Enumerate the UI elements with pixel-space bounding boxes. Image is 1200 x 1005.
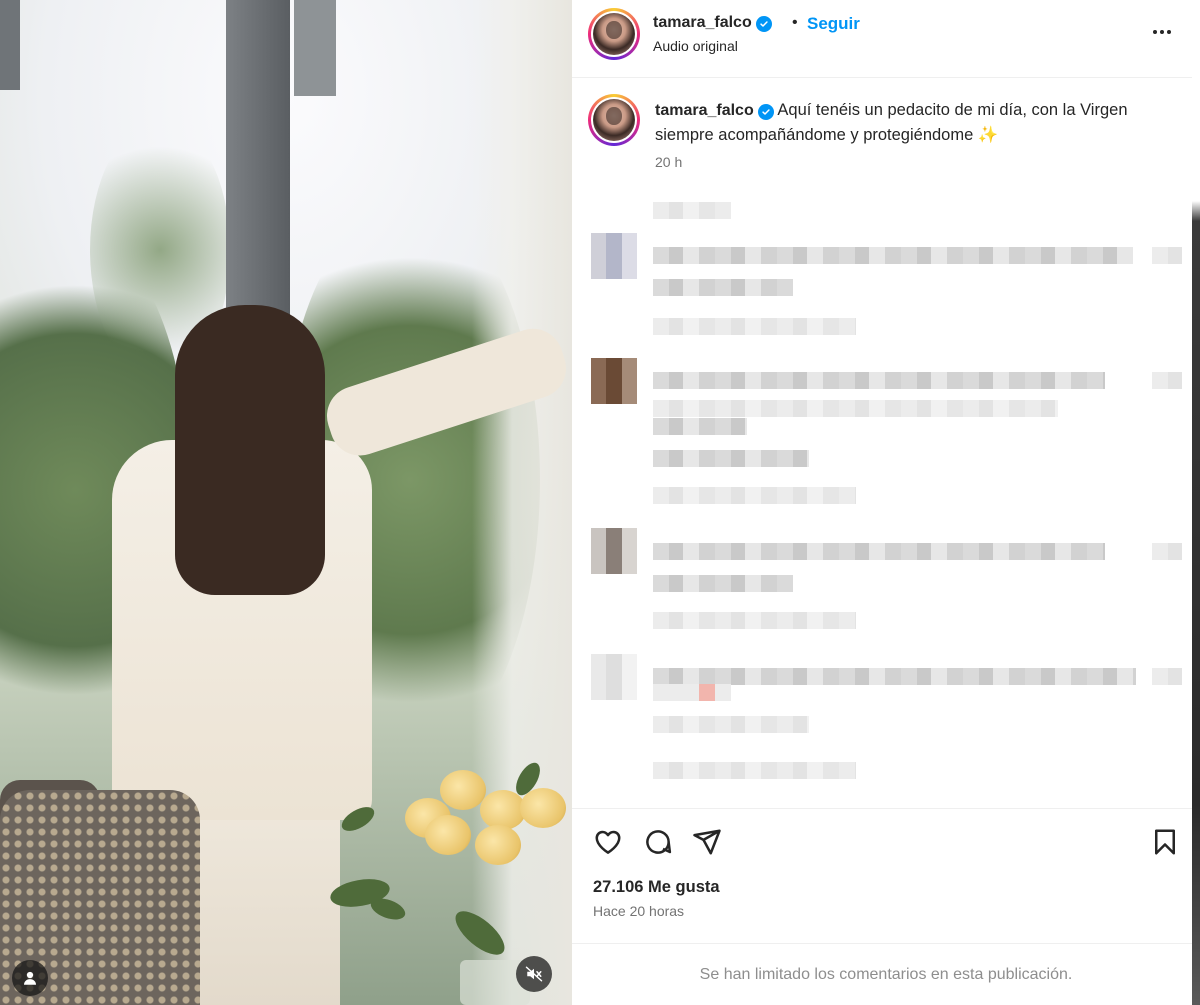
send-icon (693, 829, 721, 855)
comment-avatar-redacted (591, 654, 637, 700)
more-options-button[interactable] (1147, 20, 1177, 44)
comment-text-redacted (653, 684, 731, 701)
comment-avatar-redacted (591, 233, 637, 279)
heart-icon (595, 830, 621, 854)
comment-like-redacted (1152, 543, 1182, 560)
comment-like-redacted (1152, 668, 1182, 685)
comment-replies-redacted (653, 318, 856, 335)
author-avatar[interactable] (588, 8, 640, 60)
comments-limited-notice: Se han limitado los comentarios en esta … (572, 943, 1200, 1005)
comment-meta-redacted (653, 279, 793, 296)
comment-like-redacted (1152, 372, 1182, 389)
likes-count[interactable]: 27.106 Me gusta (593, 878, 720, 897)
comment-text-redacted (653, 400, 1058, 417)
leaf (337, 802, 379, 836)
share-button[interactable] (690, 825, 724, 859)
comment-meta-redacted (653, 716, 809, 733)
mute-button[interactable] (516, 956, 552, 992)
comment-text-redacted (653, 418, 747, 435)
follow-button[interactable]: Seguir (807, 14, 860, 34)
verified-badge-icon (757, 104, 774, 120)
more-options-dot (1160, 30, 1164, 34)
comment-button[interactable] (641, 825, 675, 859)
comment-meta-redacted (653, 450, 809, 467)
post-details-panel: tamara_falco • Seguir Audio original tam… (572, 0, 1200, 1005)
comment-avatar-redacted (591, 358, 637, 404)
comments-list (572, 190, 1200, 810)
rose (480, 790, 526, 830)
comment-avatar-redacted (591, 528, 637, 574)
person-hair (175, 305, 325, 595)
comment-text-redacted (653, 543, 1105, 560)
caption-timestamp: 20 h (655, 154, 683, 170)
comment-icon (646, 830, 672, 854)
comment-text-redacted (653, 372, 1105, 389)
rose (520, 788, 566, 828)
like-button[interactable] (591, 825, 625, 859)
comment-text-redacted (653, 247, 1133, 264)
verified-badge-icon (755, 16, 772, 32)
caption-block: tamara_falco Aquí tenéis un pedacito de … (572, 78, 1200, 188)
comment-replies-redacted (653, 762, 856, 779)
post-actions (572, 808, 1200, 878)
post-header: tamara_falco • Seguir Audio original (572, 0, 1200, 78)
caption-username[interactable]: tamara_falco (655, 102, 754, 119)
comment-replies-redacted (653, 487, 856, 504)
bookmark-icon (1155, 829, 1175, 855)
user-tag-icon (24, 971, 36, 985)
author-name-row: tamara_falco (653, 14, 772, 32)
comment-header-redacted (653, 202, 731, 219)
leaf (448, 903, 512, 963)
comment-like-redacted (1152, 247, 1182, 264)
window-bracket (294, 0, 336, 96)
rose (425, 815, 471, 855)
rose (475, 825, 521, 865)
rose (440, 770, 486, 810)
more-options-icon (1153, 30, 1157, 34)
save-button[interactable] (1148, 825, 1182, 859)
post-media[interactable] (0, 0, 572, 1005)
author-username[interactable]: tamara_falco (653, 14, 752, 31)
more-options-dot (1167, 30, 1171, 34)
caption-author-avatar[interactable] (588, 94, 640, 146)
audio-link[interactable]: Audio original (653, 38, 738, 54)
post-timestamp[interactable]: Hace 20 horas (593, 903, 684, 919)
audio-muted-icon (525, 966, 543, 982)
window-frame (0, 0, 20, 90)
comment-replies-redacted (653, 612, 856, 629)
caption: tamara_falco Aquí tenéis un pedacito de … (655, 98, 1175, 147)
comment-meta-redacted (653, 575, 793, 592)
comments-limited-text: Se han limitado los comentarios en esta … (699, 965, 1073, 983)
user-tag-button[interactable] (12, 960, 48, 996)
window-pillar (226, 0, 290, 330)
comment-text-redacted (653, 668, 1136, 685)
window-edge (1192, 0, 1200, 1005)
separator-dot: • (792, 14, 798, 31)
